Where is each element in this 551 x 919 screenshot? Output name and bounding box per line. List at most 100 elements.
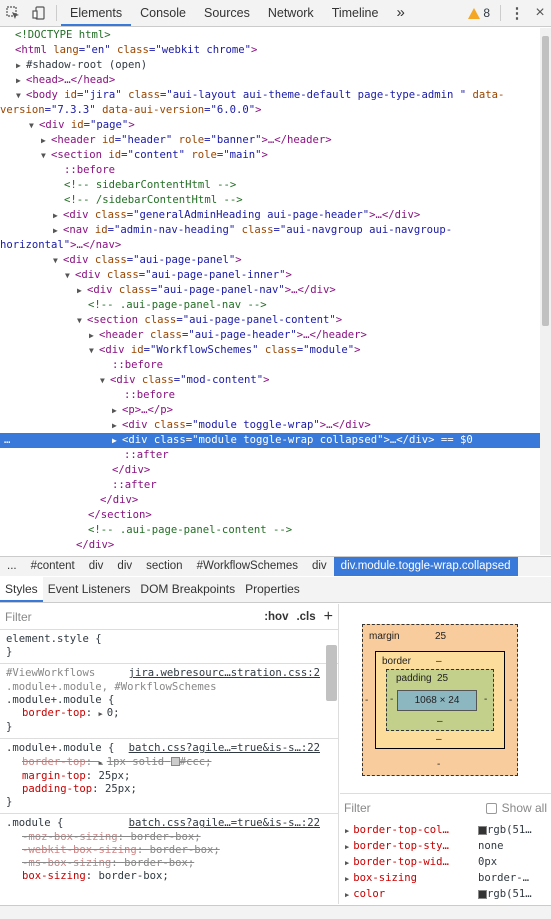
- dom-node[interactable]: version="7.3.3" data-aui-version="6.0.0"…: [0, 103, 262, 118]
- box-model-content[interactable]: 1068 × 24: [397, 690, 477, 711]
- expand-arrow-icon[interactable]: ▶: [16, 73, 26, 88]
- computed-filter-input[interactable]: Filter: [344, 801, 371, 815]
- padding-bottom-value[interactable]: –: [437, 716, 443, 727]
- dom-node[interactable]: ▶ <div class="generalAdminHeading aui-pag…: [53, 208, 420, 223]
- collapse-arrow-icon[interactable]: ▼: [29, 118, 39, 133]
- dom-node[interactable]: ▼ <div id="WorkflowSchemes" class="module…: [89, 343, 361, 358]
- tab-network[interactable]: Network: [259, 0, 323, 26]
- tab-elements[interactable]: Elements: [61, 0, 132, 26]
- styles-scrollbar-thumb[interactable]: [326, 645, 337, 701]
- border-bottom-value[interactable]: –: [436, 734, 442, 745]
- padding-left-value[interactable]: -: [390, 694, 393, 705]
- expand-arrow-icon[interactable]: ▶: [41, 133, 51, 148]
- breadcrumb-item[interactable]: #WorkflowSchemes: [190, 557, 305, 576]
- dom-node[interactable]: ▼ <body id="jira" class="aui-layout aui-t…: [16, 88, 504, 103]
- collapse-arrow-icon[interactable]: ▼: [89, 343, 99, 358]
- checkbox-icon[interactable]: [485, 802, 497, 814]
- dom-node[interactable]: ▶ <div class="aui-page-panel-nav">…</div>: [77, 283, 336, 298]
- expand-arrow-icon[interactable]: ▶: [53, 208, 63, 223]
- dom-node[interactable]: ::before: [64, 163, 115, 178]
- close-icon[interactable]: ×: [529, 4, 551, 22]
- margin-left-value[interactable]: -: [365, 695, 368, 706]
- expand-arrow-icon[interactable]: ▶: [112, 418, 122, 433]
- inspect-element-icon[interactable]: [0, 0, 26, 26]
- dom-node[interactable]: ▼ <div class="aui-page-panel-inner">: [65, 268, 292, 283]
- dom-node[interactable]: horizontal">…</nav>: [0, 238, 121, 253]
- collapse-arrow-icon[interactable]: ▼: [41, 148, 51, 163]
- tab-styles[interactable]: Styles: [0, 577, 43, 602]
- style-property[interactable]: box-sizing: border-box;: [6, 870, 332, 883]
- breadcrumb-item[interactable]: #content: [24, 557, 82, 576]
- style-property-overridden[interactable]: -webkit-box-sizing: border-box;: [6, 844, 332, 857]
- expand-arrow-icon[interactable]: ▶: [112, 403, 122, 418]
- tab-sources[interactable]: Sources: [195, 0, 259, 26]
- hover-state-toggle[interactable]: :hov: [264, 611, 288, 623]
- dom-node[interactable]: <html lang="en" class="webkit chrome">: [15, 43, 257, 58]
- warnings-counter[interactable]: 8: [468, 6, 496, 20]
- dom-node[interactable]: ▶ <p>…</p>: [112, 403, 173, 418]
- tab-event-listeners[interactable]: Event Listeners: [43, 577, 136, 602]
- style-property[interactable]: border-top: ▶ 0;: [6, 707, 332, 721]
- dom-scrollbar[interactable]: [540, 28, 551, 555]
- color-swatch[interactable]: [170, 757, 180, 767]
- dom-node[interactable]: ▶ <nav id="admin-nav-heading" class="aui-…: [53, 223, 452, 238]
- dom-node[interactable]: <!-- .aui-page-panel-content -->: [88, 523, 292, 538]
- padding-right-value[interactable]: -: [484, 694, 487, 705]
- expand-arrow-icon[interactable]: ▶: [53, 223, 63, 238]
- dom-node[interactable]: ::after: [124, 448, 169, 463]
- computed-property[interactable]: ▶ box-sizing border-…: [340, 870, 551, 886]
- source-link[interactable]: batch.css?agile…=true&is-s…:22: [129, 817, 320, 830]
- expand-arrow-icon[interactable]: ▶: [112, 433, 122, 448]
- breadcrumb-item-active[interactable]: div.module.toggle-wrap.collapsed: [333, 557, 518, 576]
- computed-property[interactable]: ▶ color rgb(51…: [340, 886, 551, 902]
- tab-properties[interactable]: Properties: [240, 577, 305, 602]
- collapse-arrow-icon[interactable]: ▼: [53, 253, 63, 268]
- dom-node[interactable]: <!-- sidebarContentHtml -->: [64, 178, 236, 193]
- margin-top-value[interactable]: 25: [435, 631, 446, 642]
- styles-filter-input[interactable]: Filter: [5, 610, 32, 624]
- dom-node[interactable]: ▶ <div class="module toggle-wrap">…</div>: [112, 418, 371, 433]
- collapse-arrow-icon[interactable]: ▼: [65, 268, 75, 283]
- dom-node[interactable]: ::before: [112, 358, 163, 373]
- dom-node[interactable]: <!DOCTYPE html>: [15, 28, 111, 43]
- style-property-overridden[interactable]: -ms-box-sizing: border-box;: [6, 857, 332, 870]
- tab-dom-breakpoints[interactable]: DOM Breakpoints: [135, 577, 240, 602]
- expand-arrow-icon[interactable]: ▶: [77, 283, 87, 298]
- style-property-overridden[interactable]: -moz-box-sizing: border-box;: [6, 831, 332, 844]
- expand-arrow-icon[interactable]: ▶: [16, 58, 26, 73]
- dom-node[interactable]: <!-- /sidebarContentHtml -->: [64, 193, 243, 208]
- dom-node[interactable]: ▼ <div id="page">: [29, 118, 135, 133]
- dom-node-selected[interactable]: … ▶ <div class="module toggle-wrap collap…: [0, 433, 540, 448]
- dom-node[interactable]: ▶ <header id="header" role="banner">…</he…: [41, 133, 332, 148]
- breadcrumb-item[interactable]: section: [139, 557, 189, 576]
- breadcrumb-item[interactable]: div: [110, 557, 139, 576]
- dom-node[interactable]: ▼ <div class="mod-content">: [100, 373, 269, 388]
- collapse-arrow-icon[interactable]: ▼: [77, 313, 87, 328]
- dom-node[interactable]: ::before: [124, 388, 175, 403]
- margin-bottom-value[interactable]: -: [437, 759, 440, 770]
- collapse-arrow-icon[interactable]: ▼: [100, 373, 110, 388]
- dom-node[interactable]: ▼ <div class="aui-page-panel">: [53, 253, 242, 268]
- show-all-checkbox[interactable]: Show all: [485, 801, 547, 815]
- dom-node[interactable]: </div>: [100, 493, 138, 508]
- dom-node[interactable]: </section>: [88, 508, 152, 523]
- margin-right-value[interactable]: -: [509, 695, 512, 706]
- tab-timeline[interactable]: Timeline: [323, 0, 388, 26]
- style-property[interactable]: padding-top: 25px;: [6, 783, 332, 796]
- border-top-value[interactable]: –: [436, 656, 442, 667]
- computed-property[interactable]: ▶ border-top-sty… none: [340, 838, 551, 854]
- breadcrumb-item[interactable]: ...: [0, 557, 24, 576]
- class-toggle[interactable]: .cls: [296, 611, 315, 623]
- dom-node[interactable]: ▶ #shadow-root (open): [16, 58, 147, 73]
- device-toolbar-icon[interactable]: [26, 0, 52, 26]
- source-link[interactable]: batch.css?agile…=true&is-s…:22: [129, 742, 320, 755]
- computed-property[interactable]: ▶ border-top-col… rgb(51…: [340, 822, 551, 838]
- padding-top-value[interactable]: 25: [437, 673, 448, 684]
- dom-node[interactable]: <!-- .aui-page-panel-nav -->: [88, 298, 267, 313]
- computed-property[interactable]: ▶ border-top-wid… 0px: [340, 854, 551, 870]
- dom-node[interactable]: </div>: [76, 538, 114, 553]
- collapse-arrow-icon[interactable]: ▼: [16, 88, 26, 103]
- dom-node[interactable]: ▼ <section id="content" role="main">: [41, 148, 268, 163]
- source-link[interactable]: jira.webresourc…stration.css:2: [129, 667, 320, 680]
- dom-node[interactable]: ▶ <header class="aui-page-header">…</head…: [89, 328, 367, 343]
